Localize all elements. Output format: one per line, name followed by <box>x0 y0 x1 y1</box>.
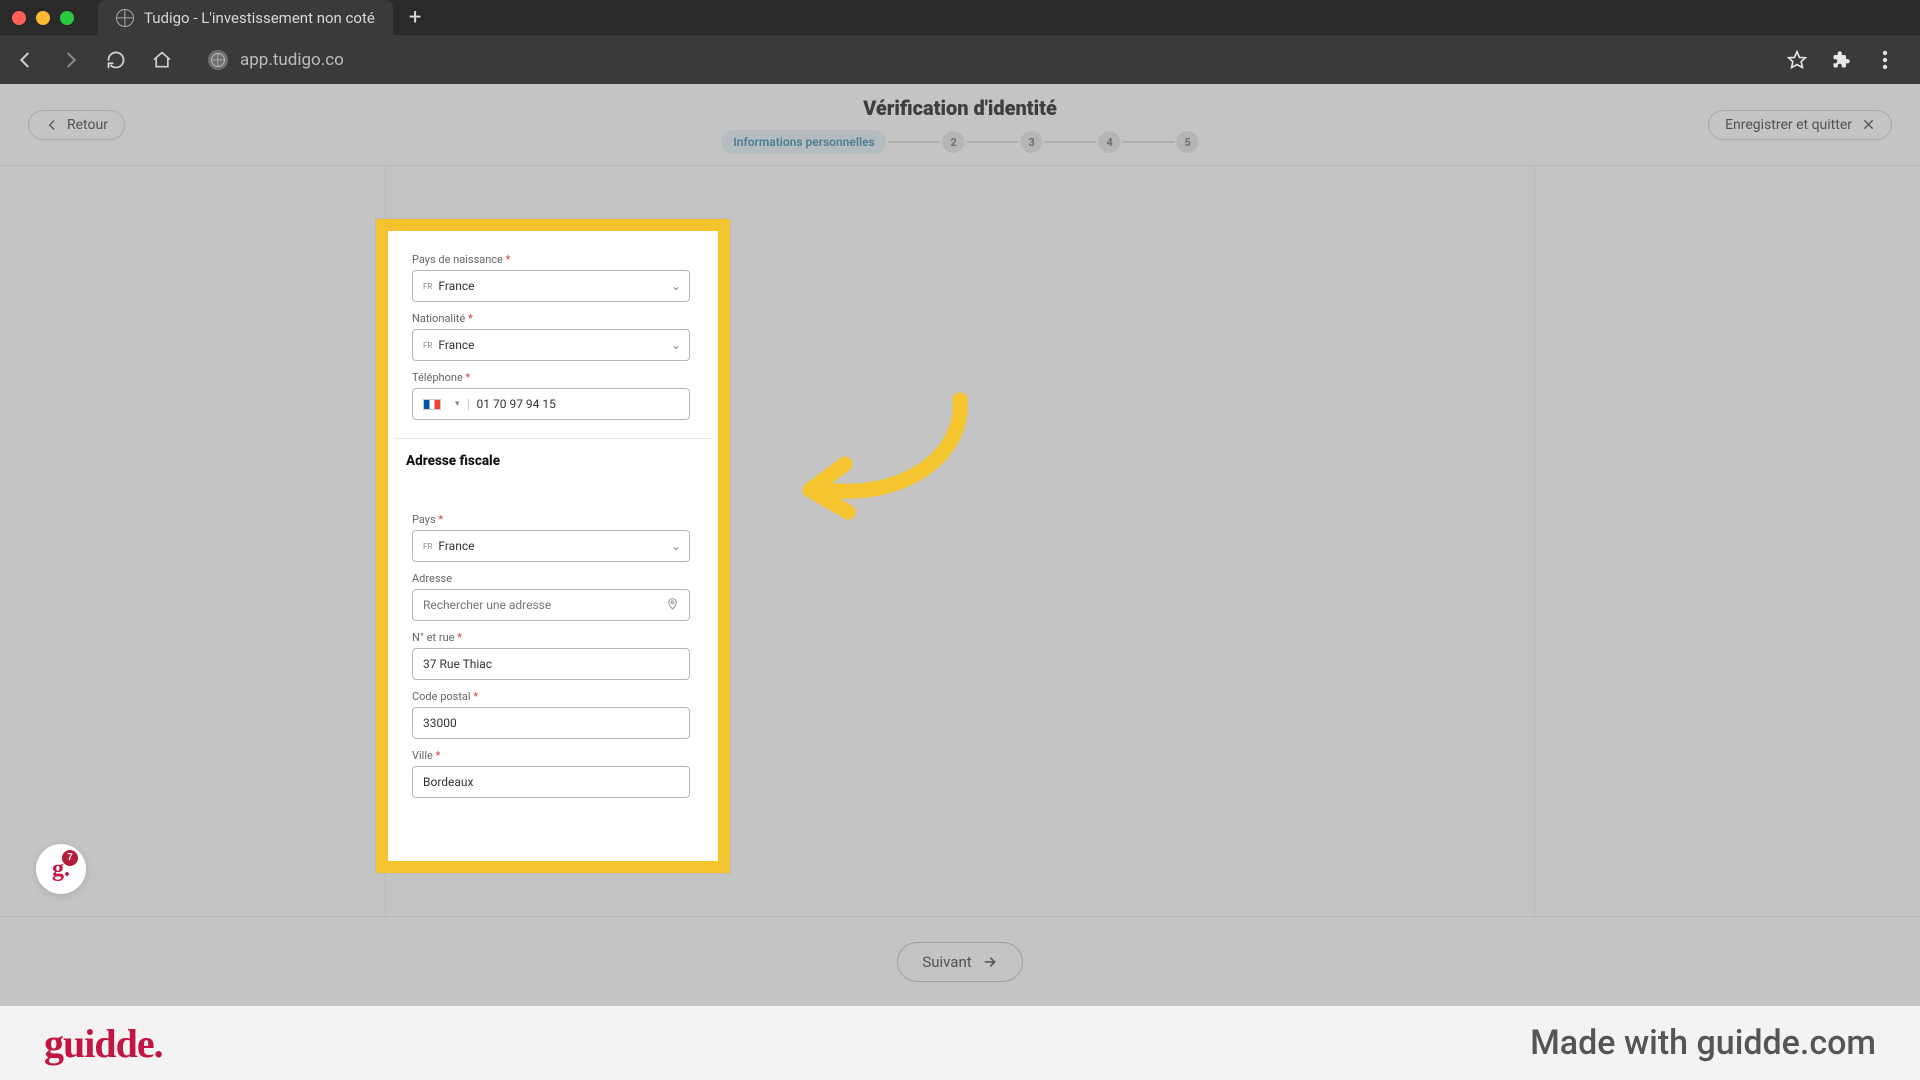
site-info-icon[interactable] <box>208 50 228 70</box>
back-button[interactable]: Retour <box>28 110 125 140</box>
window-maximize-icon[interactable] <box>60 11 74 25</box>
step-2: 2 <box>943 131 965 153</box>
flag-prefix-text: FR <box>423 282 432 291</box>
form-footer: Suivant <box>0 916 1920 1006</box>
browser-nav-bar: app.tudigo.co <box>0 35 1920 84</box>
telephone-field[interactable]: ▾ 01 70 97 94 15 <box>412 388 690 420</box>
chevron-down-icon: ▾ <box>455 399 460 409</box>
globe-icon <box>116 9 134 27</box>
browser-menu-icon[interactable] <box>1874 49 1896 71</box>
pays-block: Pays * FR France ⌄ <box>412 513 694 562</box>
step-3: 3 <box>1021 131 1043 153</box>
nationalite-select[interactable]: FR France ⌄ <box>412 329 690 361</box>
url-bar[interactable]: app.tudigo.co <box>208 50 344 70</box>
pays-value: France <box>438 539 474 553</box>
step-5: 5 <box>1177 131 1199 153</box>
section-adresse-fiscale: Adresse fiscale <box>406 453 694 469</box>
highlight-contents: Pays de naissance * FR France ⌄ National… <box>394 239 712 798</box>
cp-block: Code postal * 33000 <box>412 690 694 739</box>
adresse-block: Adresse <box>412 572 694 621</box>
pays-naissance-value: France <box>438 279 474 293</box>
map-pin-icon <box>666 597 679 613</box>
app-viewport: Retour Vérification d'identité Informati… <box>0 84 1920 1006</box>
browser-tab-bar: Tudigo - L'investissement non coté + <box>0 0 1920 35</box>
back-icon[interactable] <box>14 49 38 71</box>
pays-naissance-label: Pays de naissance <box>412 253 503 266</box>
save-quit-button[interactable]: Enregistrer et quitter <box>1708 110 1892 140</box>
guidde-badge-button[interactable]: g. 7 <box>36 844 86 894</box>
cp-value: 33000 <box>423 716 457 730</box>
url-text: app.tudigo.co <box>240 50 344 70</box>
guidde-made-with: Made with guidde.com <box>1530 1023 1876 1063</box>
ville-label: Ville <box>412 749 433 762</box>
forward-icon[interactable] <box>60 49 84 71</box>
guidde-badge-icon: g. 7 <box>52 856 70 883</box>
suivant-label: Suivant <box>922 953 971 971</box>
tab-title: Tudigo - L'investissement non coté <box>144 9 375 27</box>
pays-label: Pays <box>412 513 436 526</box>
save-quit-label: Enregistrer et quitter <box>1725 117 1852 133</box>
flag-fr-icon <box>423 399 441 410</box>
page-title: Vérification d'identité <box>863 96 1057 120</box>
adresse-search-input[interactable] <box>423 598 679 612</box>
arrow-right-icon <box>982 954 998 970</box>
adresse-label: Adresse <box>412 572 694 585</box>
telephone-label: Téléphone <box>412 371 463 384</box>
guidde-badge-count: 7 <box>62 850 78 866</box>
ville-field[interactable]: Bordeaux <box>412 766 690 798</box>
window-close-icon[interactable] <box>12 11 26 25</box>
nationalite-label: Nationalité <box>412 312 465 325</box>
suivant-button[interactable]: Suivant <box>897 942 1022 982</box>
ville-value: Bordeaux <box>423 775 474 789</box>
guidde-footer: guidde. Made with guidde.com <box>0 1006 1920 1080</box>
cp-label: Code postal <box>412 690 471 703</box>
cp-field[interactable]: 33000 <box>412 707 690 739</box>
divider <box>394 438 712 439</box>
bookmark-star-icon[interactable] <box>1786 49 1808 71</box>
ville-block: Ville * Bordeaux <box>412 749 694 798</box>
flag-prefix-text: FR <box>423 542 432 551</box>
browser-chrome: Tudigo - L'investissement non coté + app… <box>0 0 1920 84</box>
numrue-block: N° et rue * 37 Rue Thiac <box>412 631 694 680</box>
chevron-down-icon: ⌄ <box>671 279 681 293</box>
step-4: 4 <box>1099 131 1121 153</box>
extensions-icon[interactable] <box>1830 49 1852 71</box>
back-label: Retour <box>67 117 108 133</box>
nationalite-value: France <box>438 338 474 352</box>
close-icon <box>1862 118 1875 131</box>
numrue-label: N° et rue <box>412 631 454 644</box>
browser-tab[interactable]: Tudigo - L'investissement non coté <box>98 0 393 35</box>
window-controls <box>12 11 74 25</box>
reload-icon[interactable] <box>106 50 130 70</box>
window-minimize-icon[interactable] <box>36 11 50 25</box>
home-icon[interactable] <box>152 50 176 70</box>
pays-naissance-block: Pays de naissance * FR France ⌄ <box>412 253 694 302</box>
telephone-block: Téléphone * ▾ 01 70 97 94 15 <box>412 371 694 420</box>
numrue-field[interactable]: 37 Rue Thiac <box>412 648 690 680</box>
flag-prefix-text: FR <box>423 341 432 350</box>
adresse-search-field[interactable] <box>412 589 690 621</box>
stepper: Informations personnelles 2 3 4 5 <box>721 130 1198 154</box>
guidde-logo: guidde. <box>44 1020 163 1067</box>
new-tab-button[interactable]: + <box>409 5 421 30</box>
phone-country-selector[interactable]: ▾ <box>423 399 469 410</box>
chevron-down-icon: ⌄ <box>671 539 681 553</box>
step-1-active: Informations personnelles <box>721 130 886 154</box>
numrue-value: 37 Rue Thiac <box>423 657 492 671</box>
arrow-left-icon <box>45 118 59 132</box>
app-header: Retour Vérification d'identité Informati… <box>0 84 1920 166</box>
chevron-down-icon: ⌄ <box>671 338 681 352</box>
nationalite-block: Nationalité * FR France ⌄ <box>412 312 694 361</box>
pays-naissance-select[interactable]: FR France ⌄ <box>412 270 690 302</box>
telephone-value: 01 70 97 94 15 <box>477 397 556 411</box>
pays-select[interactable]: FR France ⌄ <box>412 530 690 562</box>
